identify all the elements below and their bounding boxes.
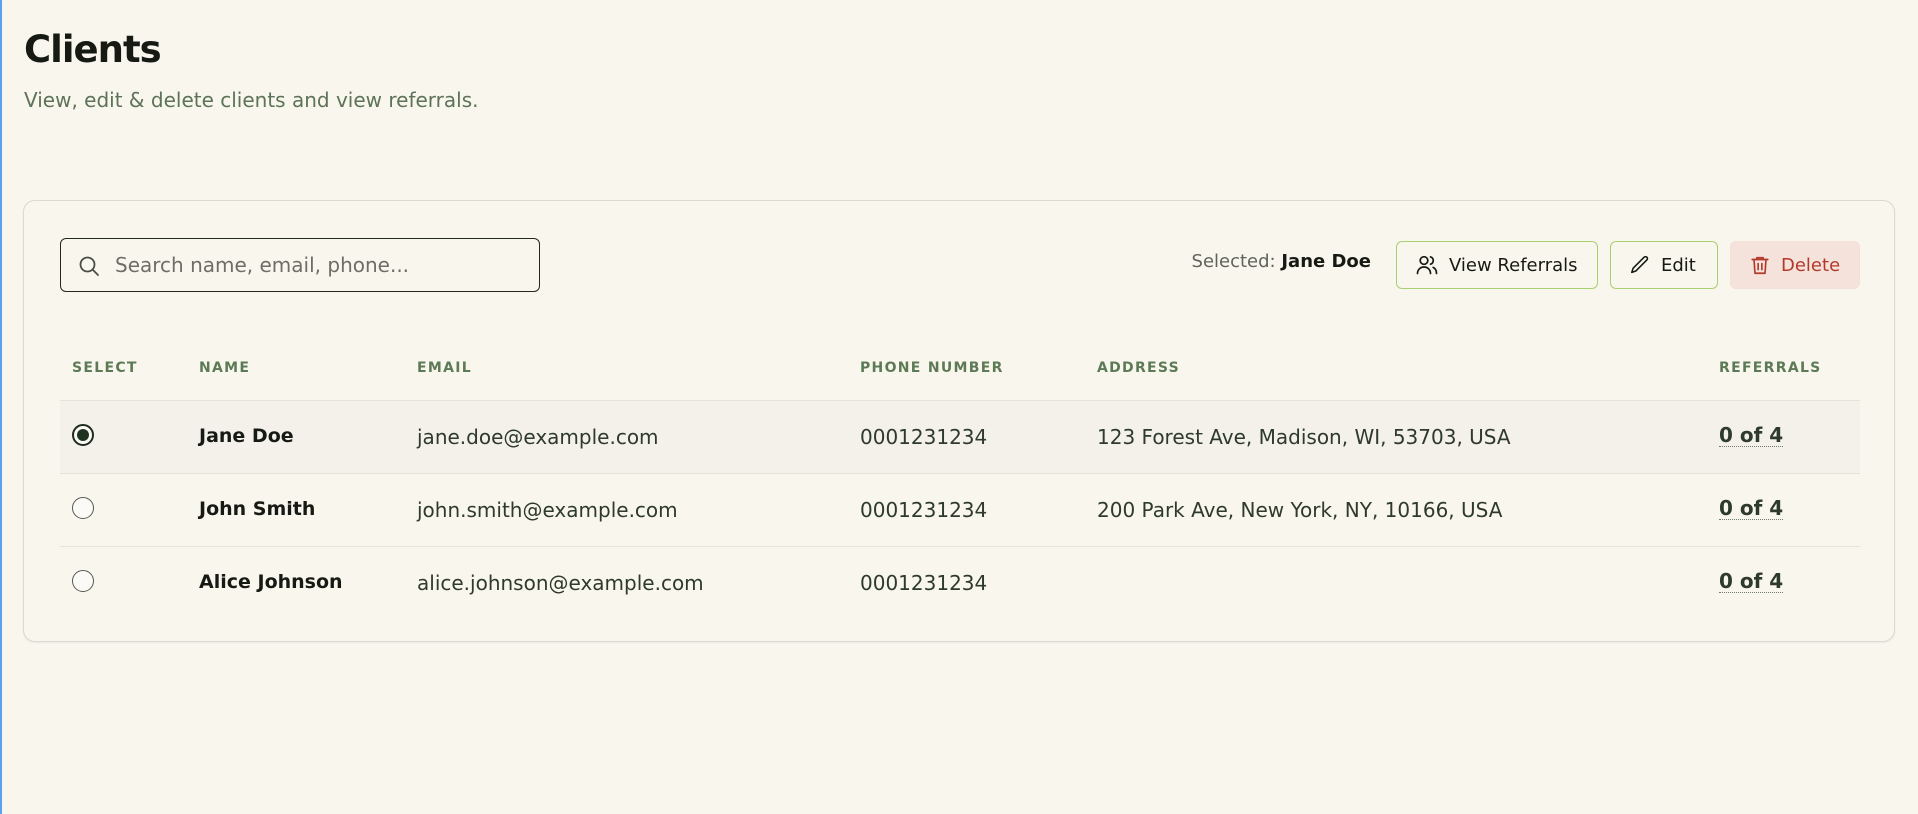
selected-prefix: Selected: <box>1191 251 1276 272</box>
table-row[interactable]: Jane Doe jane.doe@example.com 0001231234… <box>60 401 1860 474</box>
table-row[interactable]: John Smith john.smith@example.com 000123… <box>60 474 1860 547</box>
selected-client-name: Jane Doe <box>1281 251 1371 272</box>
clients-table: SELECT NAME EMAIL PHONE NUMBER ADDRESS R… <box>60 336 1860 619</box>
client-email: john.smith@example.com <box>417 498 678 522</box>
column-header-name: NAME <box>199 360 251 376</box>
table-row[interactable]: Alice Johnson alice.johnson@example.com … <box>60 547 1860 619</box>
table-header: SELECT NAME EMAIL PHONE NUMBER ADDRESS R… <box>60 336 1860 401</box>
client-phone: 0001231234 <box>860 571 988 595</box>
edit-label: Edit <box>1661 254 1696 276</box>
row-select-radio[interactable] <box>72 424 94 446</box>
client-referrals-link[interactable]: 0 of 4 <box>1719 571 1784 593</box>
selected-indicator: Selected: Jane Doe <box>1192 251 1371 272</box>
column-header-referrals: REFERRALS <box>1719 360 1822 376</box>
column-header-select: SELECT <box>72 360 138 376</box>
client-name: Jane Doe <box>199 425 294 447</box>
client-referrals-link[interactable]: 0 of 4 <box>1719 425 1784 447</box>
search-box[interactable] <box>60 238 540 292</box>
client-phone: 0001231234 <box>860 425 988 449</box>
view-referrals-label: View Referrals <box>1449 254 1578 276</box>
column-header-phone: PHONE NUMBER <box>860 360 1004 376</box>
page-title: Clients <box>24 28 162 71</box>
edit-button[interactable]: Edit <box>1610 241 1718 289</box>
column-header-email: EMAIL <box>417 360 472 376</box>
search-input[interactable] <box>115 239 525 290</box>
pencil-icon <box>1630 255 1649 274</box>
clients-card: Selected: Jane Doe View Referrals Edit D… <box>23 200 1895 642</box>
client-address: 200 Park Ave, New York, NY, 10166, USA <box>1097 498 1503 522</box>
client-referrals-link[interactable]: 0 of 4 <box>1719 498 1784 520</box>
client-name: Alice Johnson <box>199 571 343 593</box>
trash-icon <box>1751 256 1769 275</box>
window-edge-accent <box>0 0 2 814</box>
client-name: John Smith <box>199 498 316 520</box>
users-icon <box>1416 255 1438 275</box>
row-select-radio[interactable] <box>72 497 94 519</box>
delete-button[interactable]: Delete <box>1730 241 1860 289</box>
row-select-radio[interactable] <box>72 570 94 592</box>
client-address: 123 Forest Ave, Madison, WI, 53703, USA <box>1097 425 1511 449</box>
search-icon <box>79 256 99 276</box>
client-email: jane.doe@example.com <box>417 425 659 449</box>
delete-label: Delete <box>1781 254 1841 276</box>
view-referrals-button[interactable]: View Referrals <box>1396 241 1598 289</box>
client-email: alice.johnson@example.com <box>417 571 704 595</box>
page-subtitle: View, edit & delete clients and view ref… <box>24 88 479 112</box>
column-header-address: ADDRESS <box>1097 360 1181 376</box>
client-phone: 0001231234 <box>860 498 988 522</box>
